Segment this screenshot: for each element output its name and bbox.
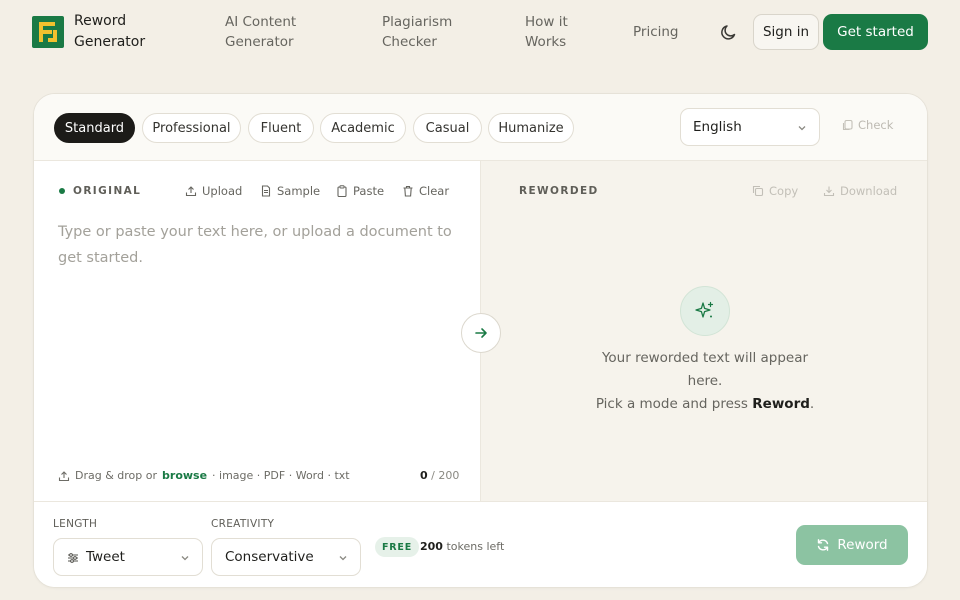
nav-link-ai-content-generator[interactable]: AI Content Generator <box>225 12 296 52</box>
empty-state-text: Your reworded text will appear <box>601 350 809 366</box>
copy-button[interactable]: Copy <box>752 184 798 198</box>
reworded-label: REWORDED <box>519 185 599 197</box>
paste-button[interactable]: Paste <box>336 184 384 198</box>
empty-hint-suffix: . <box>809 396 815 412</box>
empty-state-hint: Pick a mode and press Reword. <box>481 393 927 416</box>
brand-name-line2: Generator <box>74 34 146 50</box>
check-button-label: Check <box>858 118 894 132</box>
mode-tab-humanize[interactable]: Humanize <box>488 113 574 143</box>
paste-label: Paste <box>353 184 385 198</box>
clear-label: Clear <box>419 184 450 198</box>
length-select-value: Tweet <box>86 549 125 565</box>
download-label: Download <box>840 184 898 198</box>
clear-button[interactable]: Clear <box>402 184 449 198</box>
word-count: 0 <box>420 469 428 482</box>
top-navigation: Reword Generator AI Content Generator Pl… <box>0 0 960 64</box>
upload-button[interactable]: Upload <box>185 184 242 198</box>
empty-state-message: Your reworded text will appear here. <box>481 347 927 393</box>
reworded-pane: REWORDED Copy Download Your reworded tex… <box>481 161 927 501</box>
nav-link-text: How it <box>525 14 568 30</box>
nav-link-plagiarism-checker[interactable]: Plagiarism Checker <box>382 12 452 52</box>
empty-hint-bold: Reword <box>752 396 810 412</box>
browse-link[interactable]: browse <box>162 469 207 482</box>
reword-button[interactable]: Reword <box>796 525 908 565</box>
sample-label: Sample <box>277 184 321 198</box>
nav-link-text: AI Content <box>225 14 297 30</box>
brand-name-line1: Reword <box>74 13 127 29</box>
plan-badge: FREE <box>375 537 419 557</box>
brand-name[interactable]: Reword Generator <box>74 11 145 53</box>
language-select[interactable]: English <box>680 108 820 146</box>
creativity-select-value: Conservative <box>225 549 314 565</box>
nav-link-text: Pricing <box>633 24 679 40</box>
upload-label: Upload <box>202 184 243 198</box>
token-suffix: tokens left <box>446 540 505 553</box>
copy-label: Copy <box>769 184 799 198</box>
nav-link-text: Checker <box>382 34 437 50</box>
mode-tab-standard[interactable]: Standard <box>54 113 135 143</box>
chevron-down-icon <box>339 556 347 561</box>
mode-tab-professional[interactable]: Professional <box>142 113 241 143</box>
status-dot <box>59 188 65 194</box>
moon-icon[interactable] <box>719 22 739 42</box>
mode-tab-fluent[interactable]: Fluent <box>248 113 314 143</box>
sample-button[interactable]: Sample <box>260 184 320 198</box>
word-limit: / 200 <box>431 469 460 482</box>
drop-zone-hint: Drag & drop or browse · image · PDF · Wo… <box>58 469 350 482</box>
reword-button-label: Reword <box>837 537 888 553</box>
mode-toolbar: Standard Professional Fluent Academic Ca… <box>34 94 927 161</box>
chevron-down-icon <box>181 556 189 561</box>
chevron-down-icon <box>798 126 806 131</box>
empty-hint-prefix: Pick a mode and press <box>595 396 748 412</box>
document-icon <box>261 185 271 197</box>
reword-card: Standard Professional Fluent Academic Ca… <box>33 93 928 588</box>
reword-arrow-button[interactable] <box>461 313 501 353</box>
check-icon <box>842 119 853 131</box>
download-button[interactable]: Download <box>823 184 897 198</box>
upload-icon <box>185 186 197 197</box>
nav-link-how-it-works[interactable]: How it Works <box>525 12 568 52</box>
check-button[interactable]: Check <box>842 118 893 132</box>
drop-hint-prefix: Drag & drop or <box>75 469 158 482</box>
original-pane: ORIGINAL Upload Sample Paste Clear Type … <box>34 161 481 501</box>
sign-in-button[interactable]: Sign in <box>753 14 819 50</box>
length-select[interactable]: Tweet <box>53 538 203 576</box>
drop-hint-formats: · image · PDF · Word · txt <box>212 469 350 482</box>
nav-link-text: Works <box>525 34 567 50</box>
arrow-right-icon <box>475 328 487 338</box>
sparkle-icon <box>695 301 714 318</box>
word-counter: 0 / 200 <box>420 469 459 482</box>
language-select-value: English <box>693 119 742 135</box>
nav-link-pricing[interactable]: Pricing <box>633 22 679 42</box>
refresh-icon <box>818 539 829 551</box>
trash-icon <box>403 185 413 197</box>
copy-icon <box>752 185 764 197</box>
length-label: LENGTH <box>53 518 98 530</box>
download-icon <box>823 186 835 197</box>
clipboard-icon <box>337 185 347 197</box>
original-text-input[interactable]: Type or paste your text here, or upload … <box>58 219 458 271</box>
tokens-remaining: 200 tokens left <box>420 540 504 553</box>
token-count: 200 <box>420 540 443 553</box>
upload-icon <box>58 470 70 481</box>
empty-state-text: here. <box>687 373 723 389</box>
mode-tab-casual[interactable]: Casual <box>413 113 482 143</box>
brand-logo-icon[interactable] <box>32 16 64 48</box>
creativity-label: CREATIVITY <box>211 518 275 530</box>
options-footer: LENGTH Tweet CREATIVITY Conservative FRE… <box>34 501 927 587</box>
nav-link-text: Plagiarism <box>382 14 453 30</box>
sparkle-icon-badge <box>680 286 730 336</box>
creativity-select[interactable]: Conservative <box>211 538 361 576</box>
nav-link-text: Generator <box>225 34 294 50</box>
sliders-icon <box>68 553 78 563</box>
get-started-button[interactable]: Get started <box>823 14 928 50</box>
mode-tab-academic[interactable]: Academic <box>320 113 406 143</box>
original-label: ORIGINAL <box>73 185 142 197</box>
